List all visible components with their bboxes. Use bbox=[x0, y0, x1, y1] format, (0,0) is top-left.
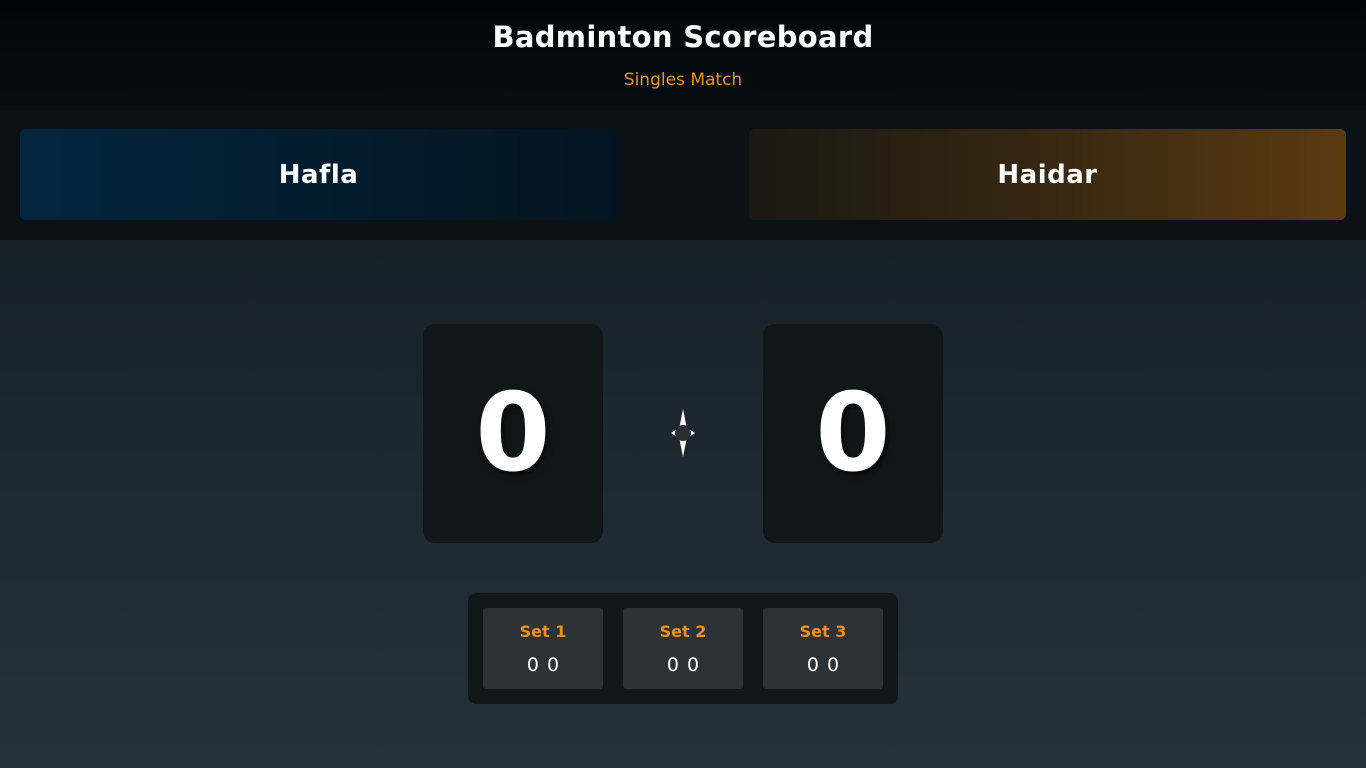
set-label: Set 2 bbox=[659, 622, 707, 641]
player-left-name[interactable]: Hafla bbox=[20, 129, 617, 220]
set-score-left: 0 bbox=[666, 654, 679, 676]
set-scores: 00 bbox=[763, 654, 883, 676]
page-title: Badminton Scoreboard bbox=[492, 20, 874, 54]
player-right-score[interactable]: 0 bbox=[763, 324, 943, 543]
set-scores: 00 bbox=[483, 654, 603, 676]
set-score-left: 0 bbox=[526, 654, 539, 676]
player-right-name[interactable]: Haidar bbox=[749, 129, 1346, 220]
set-score-left: 0 bbox=[806, 654, 819, 676]
scoreboard-header: Badminton Scoreboard Singles Match bbox=[0, 0, 1366, 110]
set-label: Set 3 bbox=[799, 622, 847, 641]
match-type-subtitle: Singles Match bbox=[623, 70, 743, 90]
player-left-score[interactable]: 0 bbox=[423, 324, 603, 543]
shuttlecock-icon bbox=[671, 409, 695, 457]
set-score-right: 0 bbox=[687, 654, 700, 676]
set-score-right: 0 bbox=[827, 654, 840, 676]
set-label: Set 1 bbox=[519, 622, 567, 641]
set-card-3: Set 3 00 bbox=[763, 608, 883, 689]
players-bar: Hafla Haidar bbox=[0, 110, 1366, 240]
sets-panel: Set 1 00 Set 2 00 Set 3 00 bbox=[468, 593, 898, 704]
set-score-right: 0 bbox=[547, 654, 560, 676]
set-card-1: Set 1 00 bbox=[483, 608, 603, 689]
set-card-2: Set 2 00 bbox=[623, 608, 743, 689]
set-scores: 00 bbox=[623, 654, 743, 676]
